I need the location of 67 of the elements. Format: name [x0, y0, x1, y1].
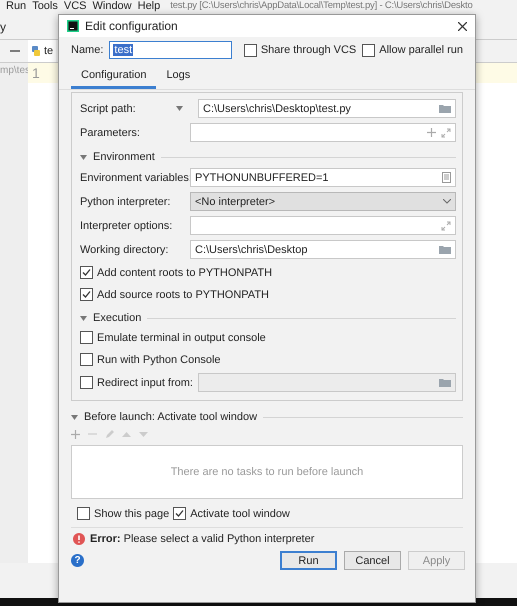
section-title: Execution [93, 312, 142, 324]
option-label: Allow parallel run [379, 44, 463, 56]
section-title: Environment [93, 151, 155, 163]
name-field[interactable]: test [109, 41, 232, 59]
menu-item[interactable]: Run [6, 0, 26, 12]
empty-message: There are no tasks to run before launch [170, 466, 364, 478]
menu-item[interactable]: Window [92, 0, 132, 12]
checkbox[interactable] [80, 353, 93, 366]
parameters-field[interactable] [190, 123, 456, 142]
help-icon[interactable]: ? [71, 554, 84, 567]
menu-item[interactable]: Help [138, 0, 160, 12]
dialog-button[interactable]: Run [280, 551, 337, 570]
checkbox-label: Show this page [94, 508, 170, 520]
expand-icon[interactable] [441, 128, 451, 138]
name-label: Name: [71, 44, 104, 56]
menu-item[interactable]: Tools [32, 0, 58, 12]
menu-item[interactable]: VCS [64, 0, 86, 12]
minimize-icon[interactable] [10, 50, 20, 52]
add-icon[interactable] [71, 430, 80, 438]
interpreter-dropdown[interactable]: <No interpreter> [190, 192, 456, 211]
dialog-title: Edit configuration [85, 19, 178, 33]
script-path-field[interactable]: C:\Users\chris\Desktop\test.py [198, 99, 456, 118]
line-number: 1 [32, 65, 40, 81]
field-label: Interpreter options: [80, 220, 174, 232]
expand-icon[interactable] [441, 220, 451, 230]
input-field[interactable] [190, 216, 456, 235]
checkbox-label: Emulate terminal in output console [97, 332, 266, 344]
window-title: test.py [C:\Users\chris\AppData\Local\Temp\test.py] - C:\Users\chris\Deskto [170, 0, 473, 12]
collapse-arrow-icon[interactable] [80, 314, 87, 322]
document-icon[interactable] [442, 172, 451, 183]
checkbox[interactable] [173, 507, 186, 520]
checkbox[interactable] [362, 44, 376, 56]
app-logo-icon [67, 20, 79, 32]
option-label: Share through VCS [260, 44, 356, 56]
section-title: Before launch: Activate tool window [84, 411, 258, 423]
collapse-arrow-icon[interactable] [71, 414, 78, 420]
folder-icon[interactable] [439, 245, 451, 254]
checkbox[interactable] [80, 266, 93, 279]
checkbox[interactable] [244, 44, 257, 56]
checkbox[interactable] [77, 507, 90, 520]
checkbox-label: Run with Python Console [97, 354, 221, 366]
chevron-down-icon [443, 199, 451, 204]
error-message: Error: Please select a valid Python interpreter [90, 533, 314, 545]
dropdown-arrow-icon[interactable] [176, 106, 183, 111]
editor-tab[interactable]: te [28, 40, 56, 62]
checkbox-label: Activate tool window [190, 508, 290, 520]
field-label: Parameters: [80, 126, 141, 138]
folder-icon[interactable] [439, 104, 451, 113]
checkbox[interactable] [80, 288, 93, 301]
dialog-button[interactable]: Cancel [344, 551, 401, 570]
close-icon[interactable] [458, 22, 467, 30]
tab[interactable]: Configuration [71, 65, 156, 89]
error-icon [73, 533, 85, 545]
add-icon[interactable] [427, 128, 436, 137]
checkbox-label: Redirect input from: [97, 376, 194, 388]
input-field[interactable]: PYTHONUNBUFFERED=1 [190, 168, 456, 187]
toolbar-text: y [0, 20, 6, 34]
python-file-icon [31, 46, 41, 56]
checkbox-label: Add source roots to PYTHONPATH [97, 288, 269, 300]
collapse-arrow-icon[interactable] [80, 154, 87, 160]
checkbox-label: Add content roots to PYTHONPATH [97, 266, 272, 278]
field-label: Working directory: [80, 244, 170, 256]
tab[interactable]: Logs [156, 65, 200, 89]
input-field[interactable]: C:\Users\chris\Desktop [190, 240, 456, 259]
field-label: Script path: [80, 102, 137, 114]
checkbox[interactable] [80, 331, 93, 344]
field-label: Python interpreter: [80, 196, 172, 208]
